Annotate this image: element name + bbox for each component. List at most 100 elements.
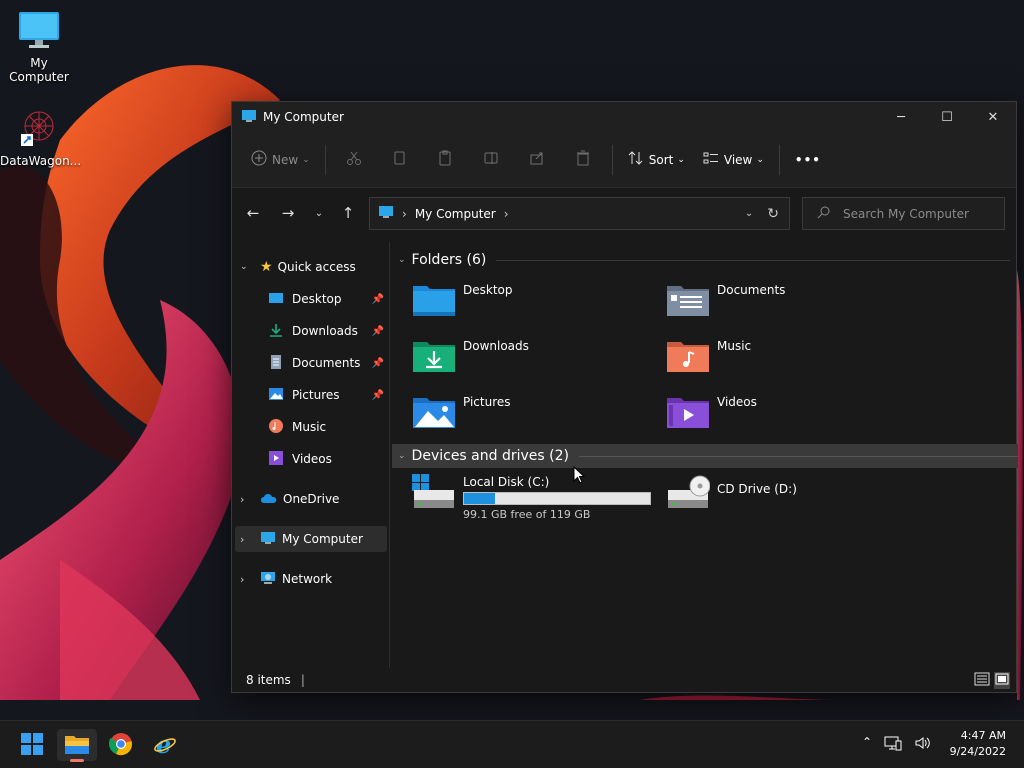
copy-button[interactable] bbox=[376, 144, 422, 176]
chevron-right-icon: › bbox=[240, 532, 245, 546]
taskbar-chrome[interactable] bbox=[101, 729, 141, 761]
pin-icon[interactable]: 📌 bbox=[372, 390, 384, 401]
more-options-button[interactable]: ••• bbox=[786, 144, 830, 176]
active-indicator bbox=[70, 759, 84, 762]
minimize-button[interactable]: ─ bbox=[878, 102, 924, 132]
desktop-icon-datawagon[interactable]: DataWagon... bbox=[0, 108, 81, 168]
sidebar-item-label: Desktop bbox=[292, 292, 342, 306]
folders-group-header[interactable]: ⌄ Folders (6) bbox=[398, 250, 1010, 270]
close-button[interactable]: ✕ bbox=[970, 102, 1016, 132]
pin-icon[interactable]: 📌 bbox=[372, 326, 384, 337]
video-icon bbox=[268, 450, 284, 468]
arrow-left-icon: ← bbox=[246, 204, 260, 222]
internet-explorer-icon: e bbox=[153, 730, 177, 759]
desktop-icon-my-computer[interactable]: My Computer bbox=[0, 10, 78, 84]
delete-button[interactable] bbox=[560, 144, 606, 176]
drive-label: Local Disk (C:) bbox=[463, 475, 550, 489]
sidebar-item-network[interactable]: › Network bbox=[240, 566, 388, 592]
chevron-down-icon: ⌄ bbox=[398, 255, 406, 265]
chevron-down-icon: ⌄ bbox=[398, 451, 406, 461]
sidebar-item-my-computer[interactable]: › My Computer bbox=[235, 526, 387, 552]
drive-free-space: 99.1 GB free of 119 GB bbox=[463, 508, 591, 521]
drive-label: CD Drive (D:) bbox=[717, 482, 797, 496]
back-button[interactable]: ← bbox=[236, 197, 270, 229]
picture-icon bbox=[268, 387, 284, 404]
up-button[interactable]: ↑ bbox=[331, 197, 365, 229]
share-icon bbox=[523, 150, 551, 169]
address-bar[interactable]: › My Computer › ⌄ ↻ bbox=[369, 197, 790, 230]
paste-button[interactable] bbox=[422, 144, 468, 176]
maximize-button[interactable]: ☐ bbox=[924, 102, 970, 132]
details-view-icon bbox=[974, 672, 990, 689]
drive-usage-bar bbox=[463, 492, 651, 505]
copy-icon bbox=[385, 150, 413, 169]
sidebar-item-onedrive[interactable]: › OneDrive bbox=[240, 486, 388, 512]
desktop-folder-icon bbox=[268, 291, 284, 308]
details-view-button[interactable] bbox=[974, 672, 990, 689]
folder-downloads[interactable]: Downloads bbox=[412, 338, 652, 377]
folder-label: Downloads bbox=[463, 339, 529, 353]
sidebar-item-label: Network bbox=[282, 572, 333, 586]
rename-icon bbox=[477, 150, 505, 169]
devices-group-header[interactable]: ⌄ Devices and drives (2) bbox=[392, 444, 1018, 468]
taskbar-internet-explorer[interactable]: e bbox=[145, 729, 185, 761]
title-bar[interactable]: My Computer ─ ☐ ✕ bbox=[232, 102, 1016, 132]
toolbar-divider bbox=[611, 144, 613, 175]
sidebar-item-label: Pictures bbox=[292, 388, 340, 402]
search-placeholder: Search My Computer bbox=[843, 206, 969, 221]
sidebar-item-label: Quick access bbox=[277, 260, 356, 274]
clock[interactable]: 4:47 AM 9/24/2022 bbox=[950, 728, 1006, 760]
start-button[interactable] bbox=[12, 729, 52, 761]
breadcrumb-location[interactable]: My Computer bbox=[415, 207, 496, 221]
mouse-cursor bbox=[573, 465, 586, 487]
datawagon-shortcut-icon bbox=[0, 108, 78, 151]
sidebar-item-quick-access[interactable]: ⌄ ★ Quick access bbox=[240, 254, 388, 280]
new-button[interactable]: New ⌄ bbox=[242, 144, 319, 176]
taskbar: e ⌃ 4:47 AM 9/24/2022 bbox=[0, 720, 1024, 768]
sidebar-item-documents[interactable]: Documents 📌 bbox=[268, 350, 388, 376]
forward-button[interactable]: → bbox=[271, 197, 305, 229]
document-icon bbox=[268, 354, 284, 372]
chevron-down-icon: ⌄ bbox=[744, 208, 754, 219]
cut-button[interactable] bbox=[332, 144, 376, 176]
sort-label: Sort bbox=[648, 152, 674, 167]
folder-documents[interactable]: Documents bbox=[666, 282, 906, 321]
network-status-icon[interactable] bbox=[884, 735, 902, 754]
pin-icon[interactable]: 📌 bbox=[372, 294, 384, 305]
volume-icon[interactable] bbox=[914, 735, 932, 754]
address-history-dropdown[interactable]: ⌄ bbox=[745, 208, 753, 219]
folder-pictures[interactable]: Pictures bbox=[412, 394, 652, 433]
sort-button[interactable]: Sort ⌄ bbox=[619, 144, 694, 176]
search-input[interactable]: Search My Computer bbox=[802, 197, 1005, 230]
view-label: View bbox=[723, 152, 753, 167]
tiles-view-button[interactable] bbox=[994, 671, 1010, 689]
folder-videos[interactable]: Videos bbox=[666, 394, 906, 433]
drive-cd-d[interactable]: CD Drive (D:) bbox=[666, 474, 906, 513]
pin-icon[interactable]: 📌 bbox=[372, 358, 384, 369]
sidebar-item-downloads[interactable]: Downloads 📌 bbox=[268, 318, 388, 344]
clock-date: 9/24/2022 bbox=[949, 745, 1006, 758]
sidebar-item-videos[interactable]: Videos bbox=[268, 446, 388, 472]
rename-button[interactable] bbox=[468, 144, 514, 176]
plus-circle-icon bbox=[251, 150, 267, 169]
folder-label: Music bbox=[717, 339, 752, 353]
folder-desktop[interactable]: Desktop bbox=[412, 282, 652, 321]
refresh-button[interactable]: ↻ bbox=[767, 206, 779, 222]
chevron-right-icon[interactable]: › bbox=[504, 207, 509, 221]
chevron-right-icon: › bbox=[240, 572, 245, 586]
content-pane: ⌄ Folders (6) Desktop Documents Download… bbox=[392, 242, 1018, 668]
cloud-icon bbox=[260, 492, 278, 507]
taskbar-file-explorer[interactable] bbox=[57, 729, 97, 762]
toolbar-divider bbox=[778, 144, 780, 175]
share-button[interactable] bbox=[514, 144, 560, 176]
show-hidden-icons-button[interactable]: ⌃ bbox=[862, 735, 872, 754]
view-button[interactable]: View ⌄ bbox=[694, 144, 773, 176]
sidebar-item-pictures[interactable]: Pictures 📌 bbox=[268, 382, 388, 408]
folder-music[interactable]: Music bbox=[666, 338, 906, 377]
arrow-right-icon: → bbox=[281, 204, 295, 222]
sidebar-item-music[interactable]: Music bbox=[268, 414, 388, 440]
sidebar-item-desktop[interactable]: Desktop 📌 bbox=[268, 286, 388, 312]
sidebar-item-label: Music bbox=[292, 420, 327, 434]
drive-local-disk-c[interactable]: Local Disk (C:) 99.1 GB free of 119 GB bbox=[412, 474, 652, 521]
group-divider bbox=[496, 259, 1010, 261]
